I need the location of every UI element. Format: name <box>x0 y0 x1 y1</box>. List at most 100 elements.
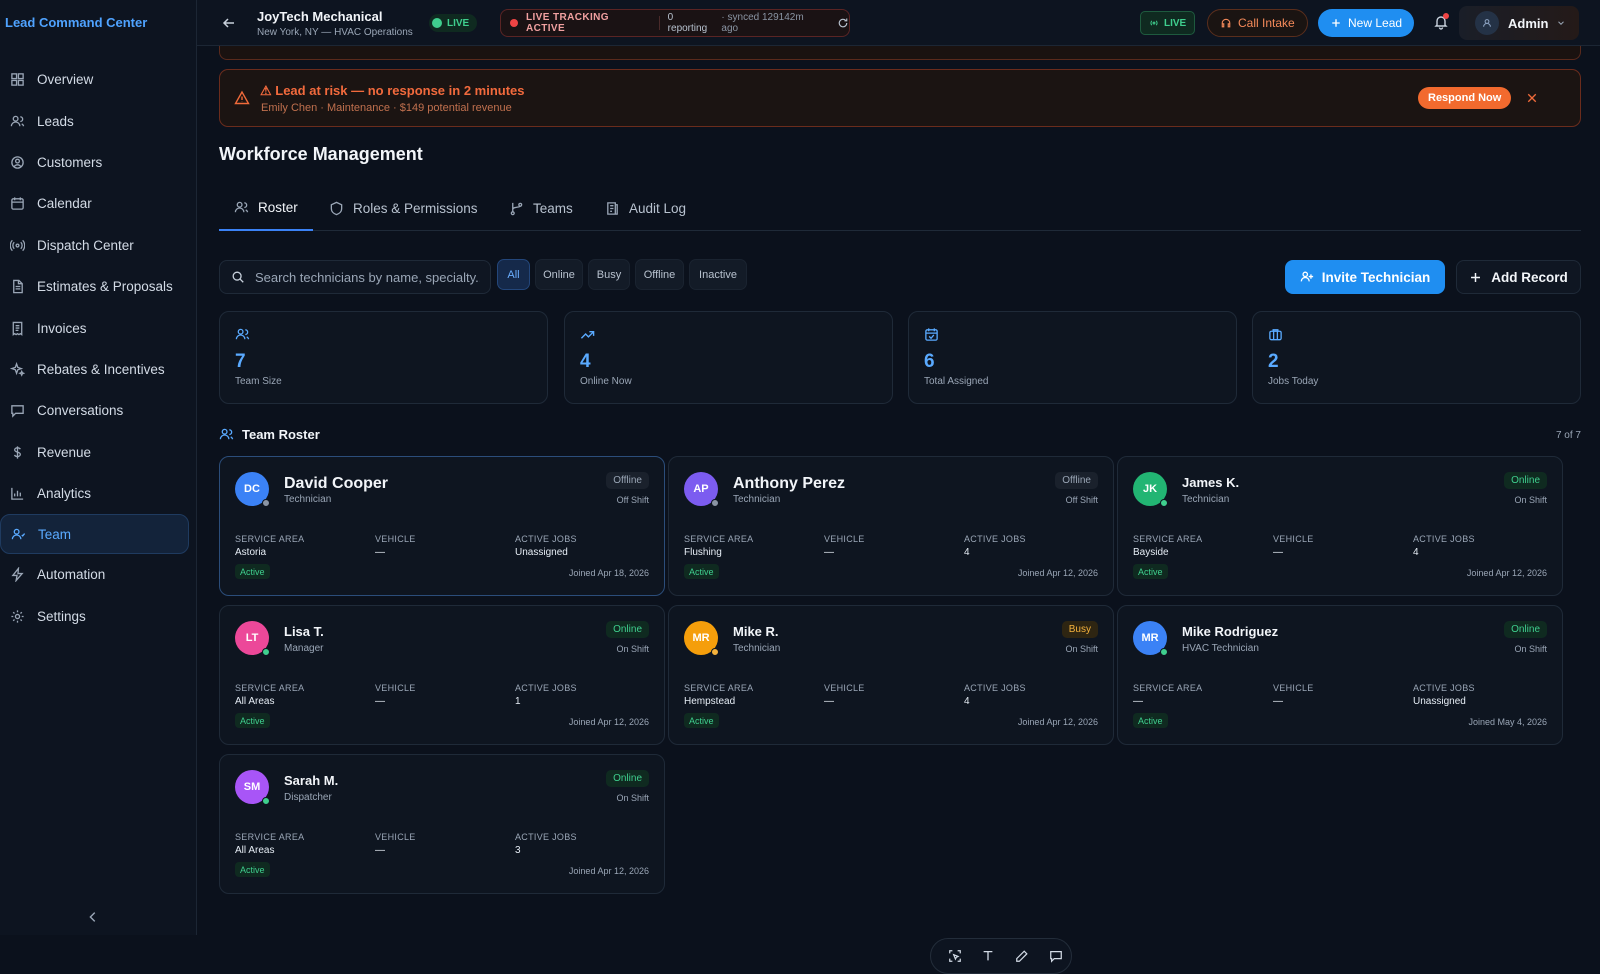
technician-name: Lisa T. <box>284 624 324 639</box>
joined-date: Joined Apr 12, 2026 <box>568 717 649 727</box>
radio-icon <box>10 238 25 253</box>
text-icon[interactable] <box>981 949 997 965</box>
call-intake-label: Call Intake <box>1238 16 1295 30</box>
stat-value: 4 <box>580 351 591 372</box>
sidebar-item-calendar[interactable]: Calendar <box>0 183 197 224</box>
service-area-value: All Areas <box>235 696 275 707</box>
technician-role: HVAC Technician <box>1182 643 1259 654</box>
sidebar-item-invoices[interactable]: Invoices <box>0 307 197 348</box>
users-icon <box>234 200 249 215</box>
technician-card[interactable]: MR Mike Rodriguez HVAC Technician Online On … <box>1117 605 1563 745</box>
pencil-icon[interactable] <box>1015 949 1031 965</box>
technician-card[interactable]: MR Mike R. Technician Busy On Shift SERVICE A… <box>668 605 1114 745</box>
sidebar-item-conversations[interactable]: Conversations <box>0 390 197 431</box>
bar-chart-icon <box>10 486 25 501</box>
new-lead-button[interactable]: New Lead <box>1318 9 1415 37</box>
sidebar-item-label: Dispatch Center <box>37 237 134 253</box>
sidebar-item-label: Estimates & Proposals <box>37 279 173 295</box>
technician-card[interactable]: SM Sarah M. Dispatcher Online On Shift SERVIC… <box>219 754 665 894</box>
tab-roles[interactable]: Roles & Permissions <box>329 186 478 231</box>
technician-name: Mike Rodriguez <box>1182 624 1279 639</box>
active-badge: Active <box>684 713 719 728</box>
bell-icon[interactable] <box>1433 13 1449 30</box>
chevron-down-icon <box>1556 18 1566 28</box>
filter-all[interactable]: All <box>497 259 530 290</box>
technician-card[interactable]: DC David Cooper Technician Offline Off Shift… <box>219 456 665 596</box>
active-badge: Active <box>1133 564 1168 579</box>
page-title: Workforce Management <box>219 144 423 164</box>
service-area-value: — <box>1133 696 1143 707</box>
refresh-icon[interactable] <box>837 17 849 29</box>
sidebar-item-revenue[interactable]: Revenue <box>0 432 197 473</box>
sidebar-item-analytics[interactable]: Analytics <box>0 473 197 514</box>
sidebar-item-overview[interactable]: Overview <box>0 59 197 100</box>
avatar-initials: DC <box>244 483 260 495</box>
active-jobs-label: ACTIVE JOBS <box>964 534 1026 544</box>
add-record-button[interactable]: Add Record <box>1456 260 1581 294</box>
filter-offline[interactable]: Offline <box>635 259 684 290</box>
sidebar-item-label: Rebates & Incentives <box>37 361 165 377</box>
chevron-left-icon[interactable] <box>86 910 100 924</box>
back-arrow-icon[interactable] <box>221 15 237 31</box>
stat-value: 2 <box>1268 351 1279 372</box>
user-menu[interactable]: Admin <box>1459 6 1579 40</box>
technician-card[interactable]: AP Anthony Perez Technician Offline Off Shif… <box>668 456 1114 596</box>
sidebar-item-leads[interactable]: Leads <box>0 100 197 141</box>
invite-technician-button[interactable]: Invite Technician <box>1285 260 1445 294</box>
sidebar-item-rebates-incentives[interactable]: Rebates & Incentives <box>0 349 197 390</box>
service-area-value: Bayside <box>1133 547 1169 558</box>
user-circle-icon <box>10 155 25 170</box>
avatar-initials: LT <box>245 632 259 644</box>
gear-icon <box>10 609 25 624</box>
filter-inactive[interactable]: Inactive <box>689 259 747 290</box>
live-label: LIVE <box>447 17 470 29</box>
trending-up-icon <box>580 327 595 342</box>
sidebar-item-estimates-proposals[interactable]: Estimates & Proposals <box>0 266 197 307</box>
brand-title: Lead Command Center <box>5 15 148 30</box>
vehicle-label: VEHICLE <box>1273 683 1314 693</box>
sidebar-item-settings[interactable]: Settings <box>0 596 197 637</box>
active-jobs-label: ACTIVE JOBS <box>1413 534 1475 544</box>
service-area-value: All Areas <box>235 845 275 856</box>
filter-online[interactable]: Online <box>535 259 583 290</box>
search-input[interactable] <box>255 269 480 285</box>
scroll-icon <box>605 201 620 216</box>
technician-card[interactable]: LT Lisa T. Manager Online On Shift SERVICE AR… <box>219 605 665 745</box>
broadcast-icon <box>1149 18 1159 28</box>
technician-card[interactable]: JK James K. Technician Online On Shift SERVIC… <box>1117 456 1563 596</box>
sidebar-item-dispatch-center[interactable]: Dispatch Center <box>0 225 197 266</box>
live-indicator-label: LIVE <box>1164 17 1187 29</box>
close-icon[interactable] <box>1526 92 1538 104</box>
sidebar-item-customers[interactable]: Customers <box>0 142 197 183</box>
tab-roster[interactable]: Roster <box>219 186 313 231</box>
status-badge: Busy <box>1061 621 1098 638</box>
tab-teams[interactable]: Teams <box>509 186 573 231</box>
presence-dot <box>711 499 719 507</box>
notification-dot <box>1443 13 1449 19</box>
sidebar-item-team[interactable]: Team <box>0 514 189 555</box>
sidebar-item-automation[interactable]: Automation <box>0 554 197 595</box>
joined-date: Joined May 4, 2026 <box>1468 717 1547 727</box>
tab-bar: Roster Roles & Permissions Teams Audit L… <box>219 186 1581 231</box>
shift-status: Off Shift <box>616 495 649 505</box>
warning-icon <box>234 90 250 106</box>
vehicle-value: — <box>375 547 385 558</box>
avatar-initials: MR <box>1141 632 1159 644</box>
status-badge: Offline <box>606 472 649 489</box>
vehicle-value: — <box>375 696 385 707</box>
call-intake-button[interactable]: Call Intake <box>1207 9 1308 37</box>
roster-count: 7 of 7 <box>1555 430 1581 441</box>
active-jobs-value: 4 <box>964 696 970 707</box>
select-icon[interactable] <box>948 949 964 965</box>
avatar-initials: AP <box>693 483 709 495</box>
respond-now-button[interactable]: Respond Now <box>1418 87 1512 109</box>
search-box[interactable] <box>219 260 491 294</box>
comment-icon[interactable] <box>1049 949 1065 965</box>
roster-heading: Team Roster <box>219 427 320 442</box>
stat-team-size: 7 Team Size <box>219 311 548 404</box>
stat-value: 7 <box>235 351 246 372</box>
tab-audit-log[interactable]: Audit Log <box>605 186 686 231</box>
active-jobs-value: 3 <box>515 845 521 856</box>
filter-busy[interactable]: Busy <box>588 259 630 290</box>
sidebar-item-label: Overview <box>37 72 94 88</box>
